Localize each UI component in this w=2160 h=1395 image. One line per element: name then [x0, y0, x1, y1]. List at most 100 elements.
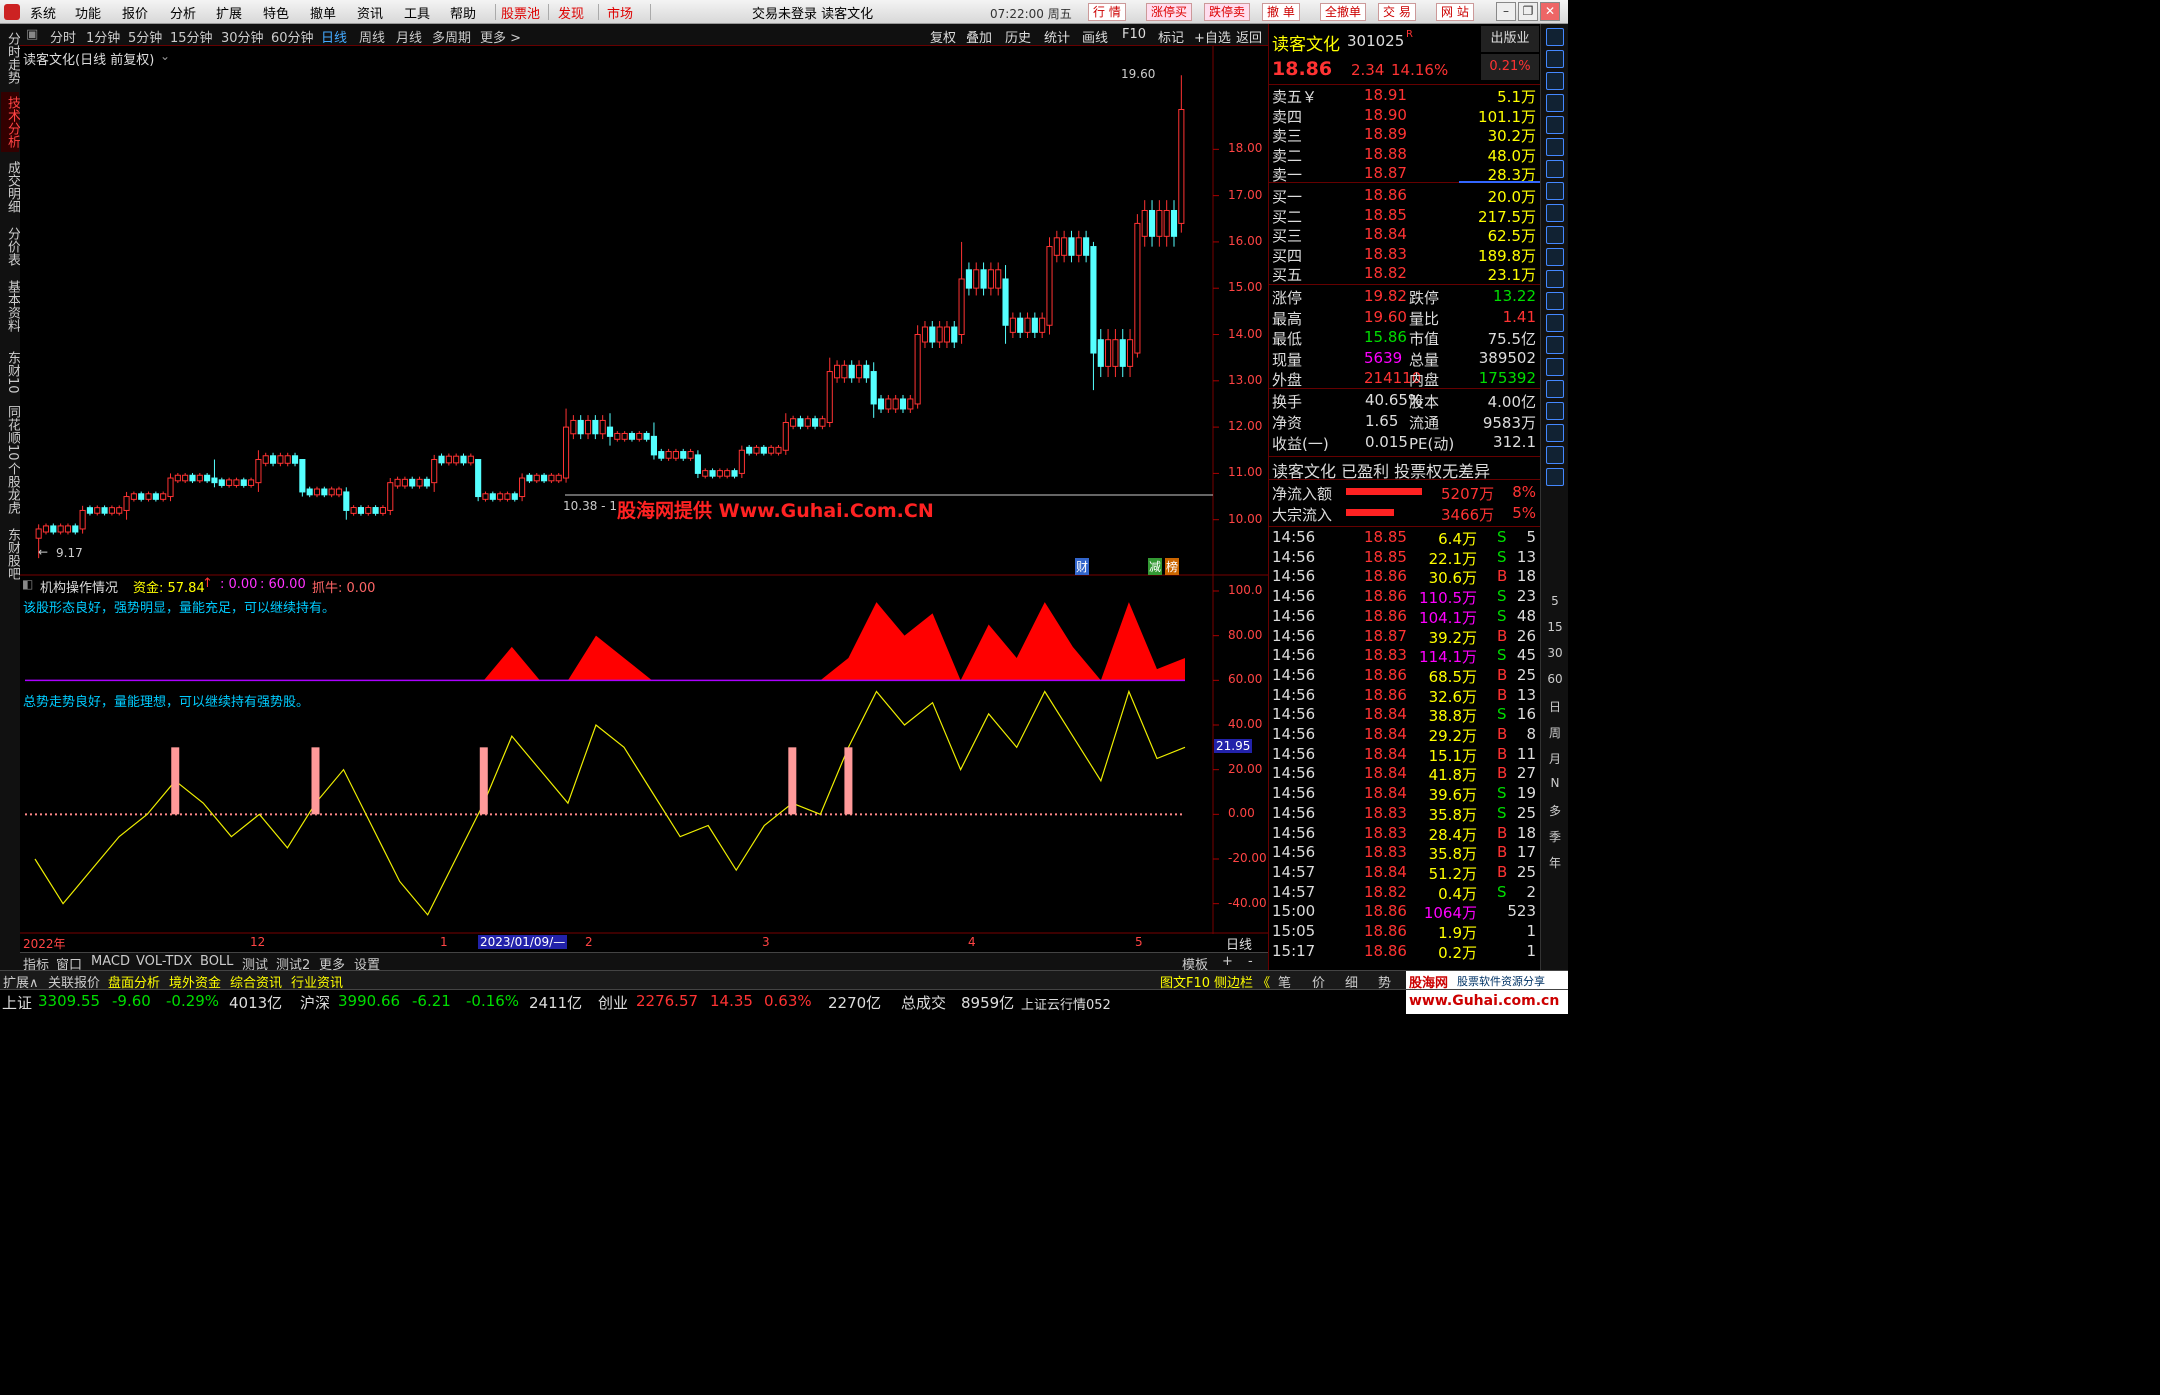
- tab-eastmoney10[interactable]: 东财10: [1, 342, 20, 402]
- tab-dragon-tiger[interactable]: 个股龙虎: [1, 458, 20, 518]
- pen-icon[interactable]: [1546, 446, 1564, 464]
- target-icon[interactable]: [1546, 358, 1564, 376]
- btn-back[interactable]: 返回: [1236, 27, 1262, 46]
- btn-mark[interactable]: 标记: [1158, 27, 1184, 46]
- menu-extend[interactable]: 扩展: [216, 3, 242, 22]
- tab-fundamentals[interactable]: 基本资料: [1, 276, 20, 336]
- period-weekly[interactable]: 周线: [359, 27, 385, 46]
- menu-analysis[interactable]: 分析: [170, 3, 196, 22]
- tab-price-table[interactable]: 分价表: [1, 222, 20, 270]
- period-30min[interactable]: 30分钟: [221, 27, 264, 46]
- menu-news[interactable]: 资讯: [357, 3, 383, 22]
- btn-overlay[interactable]: 叠加: [966, 27, 992, 46]
- period-tool-0[interactable]: 5: [1541, 594, 1569, 608]
- menu-cancel[interactable]: 撤单: [310, 3, 336, 22]
- period-tool-5[interactable]: 周: [1541, 724, 1569, 741]
- help-icon[interactable]: [1546, 292, 1564, 310]
- tab-boll[interactable]: BOLL: [200, 954, 233, 969]
- tab-macd[interactable]: MACD: [91, 954, 130, 969]
- bag-icon[interactable]: [1546, 402, 1564, 420]
- tab-guba[interactable]: 东财股吧: [1, 524, 20, 584]
- down-icon[interactable]: [1546, 72, 1564, 90]
- period-tool-10[interactable]: 年: [1541, 854, 1569, 871]
- btn-trade[interactable]: 交 易: [1378, 3, 1416, 21]
- btn-cancel-order[interactable]: 撤 单: [1262, 3, 1300, 21]
- menu-stock-pool[interactable]: 股票池: [501, 3, 540, 22]
- menu-feature[interactable]: 特色: [263, 3, 289, 22]
- period-1min[interactable]: 1分钟: [86, 27, 120, 46]
- cy-index[interactable]: 2276.57: [636, 992, 698, 1010]
- restore-icon[interactable]: ❐: [1518, 2, 1538, 21]
- menu-market[interactable]: 市场: [607, 3, 633, 22]
- line-icon[interactable]: [1546, 138, 1564, 156]
- marker-finance[interactable]: 财: [1075, 558, 1090, 575]
- period-15min[interactable]: 15分钟: [170, 27, 213, 46]
- btn-draw[interactable]: 画线: [1082, 27, 1108, 46]
- money-icon[interactable]: [1546, 336, 1564, 354]
- menu-quote[interactable]: 报价: [122, 3, 148, 22]
- tab-vol-tdx[interactable]: VOL-TDX: [136, 954, 192, 969]
- close-icon[interactable]: ✕: [1540, 2, 1560, 21]
- chart-icon[interactable]: [1546, 204, 1564, 222]
- period-tool-7[interactable]: N: [1541, 776, 1569, 790]
- btn-website[interactable]: 网 站: [1436, 3, 1474, 21]
- industry-badge[interactable]: 出版业: [1481, 26, 1539, 52]
- btn-stats[interactable]: 统计: [1044, 27, 1070, 46]
- menu-system[interactable]: 系统: [30, 3, 56, 22]
- btn-add-watch[interactable]: +自选: [1194, 27, 1231, 46]
- minimize-icon[interactable]: –: [1496, 2, 1516, 21]
- btn-adjust[interactable]: 复权: [930, 27, 956, 46]
- table-icon[interactable]: [1546, 182, 1564, 200]
- period-intraday[interactable]: 分时: [50, 27, 76, 46]
- marker-list[interactable]: 榜: [1165, 558, 1180, 575]
- book-icon[interactable]: [1546, 248, 1564, 266]
- sh-index[interactable]: 3309.55: [38, 992, 100, 1010]
- chart-area[interactable]: 读客文化(日线 前复权) ⌄ 19.60 ← 9.17 10.38 - 1 股海…: [20, 46, 1268, 953]
- pin-icon[interactable]: [1546, 28, 1564, 46]
- btn-limit-down-sell[interactable]: 跌停卖: [1204, 3, 1251, 21]
- tab-trade-detail[interactable]: 成交明细: [1, 157, 20, 217]
- period-multi[interactable]: 多周期: [432, 27, 471, 46]
- period-tool-2[interactable]: 30: [1541, 646, 1569, 660]
- btn-f10[interactable]: F10: [1122, 27, 1146, 42]
- period-5min[interactable]: 5分钟: [128, 27, 162, 46]
- period-60min[interactable]: 60分钟: [271, 27, 314, 46]
- period-tool-9[interactable]: 季: [1541, 828, 1569, 845]
- period-tool-1[interactable]: 15: [1541, 620, 1569, 634]
- btn-history[interactable]: 历史: [1005, 27, 1031, 46]
- f-icon[interactable]: [1546, 468, 1564, 486]
- news-ticker[interactable]: 上证云行情052: [1021, 994, 1111, 1013]
- btn-limit-up-buy[interactable]: 涨停买: [1146, 3, 1193, 21]
- move-icon[interactable]: [1546, 424, 1564, 442]
- btn-cancel-all[interactable]: 全撤单: [1320, 3, 1367, 21]
- menu-discover[interactable]: 发现: [558, 3, 584, 22]
- tab-intraday[interactable]: 分时走势: [1, 28, 20, 88]
- eye-icon[interactable]: [1546, 314, 1564, 332]
- tab-technical[interactable]: 技术分析: [1, 92, 20, 152]
- period-tool-4[interactable]: 日: [1541, 698, 1569, 715]
- btn-zoom-out[interactable]: -: [1248, 954, 1253, 969]
- btn-market[interactable]: 行 情: [1088, 3, 1126, 21]
- menu-help[interactable]: 帮助: [450, 3, 476, 22]
- indicator-name[interactable]: 机构操作情况: [40, 577, 118, 596]
- info-icon[interactable]: [1546, 270, 1564, 288]
- menu-tools[interactable]: 工具: [404, 3, 430, 22]
- grid-icon[interactable]: [1546, 116, 1564, 134]
- title-dropdown-icon[interactable]: ⌄: [160, 49, 170, 63]
- f10-icon[interactable]: [1546, 226, 1564, 244]
- period-daily[interactable]: 日线: [321, 27, 347, 46]
- period-tool-3[interactable]: 60: [1541, 672, 1569, 686]
- candle-icon[interactable]: [1546, 160, 1564, 178]
- up-icon[interactable]: [1546, 50, 1564, 68]
- kline-chart[interactable]: [20, 46, 1268, 934]
- sz-index[interactable]: 3990.66: [338, 992, 400, 1010]
- menu-function[interactable]: 功能: [75, 3, 101, 22]
- indicator-toggle-icon[interactable]: ◧: [22, 577, 33, 591]
- rsi-icon[interactable]: [1546, 380, 1564, 398]
- period-more[interactable]: 更多 >: [480, 27, 521, 46]
- period-monthly[interactable]: 月线: [396, 27, 422, 46]
- marker-reduce[interactable]: 减: [1148, 558, 1163, 575]
- list-icon[interactable]: [1546, 94, 1564, 112]
- period-tool-6[interactable]: 月: [1541, 750, 1569, 767]
- period-tool-8[interactable]: 多: [1541, 802, 1569, 819]
